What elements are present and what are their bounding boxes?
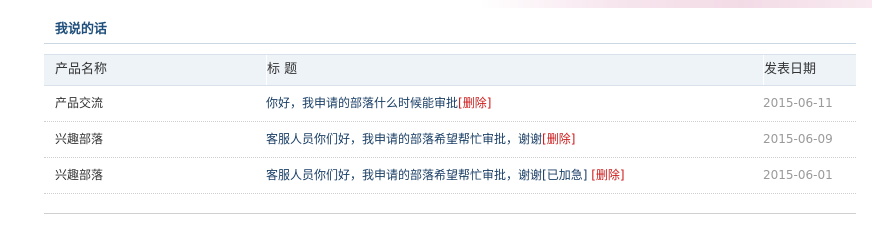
row-date: 2015-06-01 xyxy=(763,168,833,182)
bottom-divider xyxy=(44,213,856,214)
row-title-link[interactable]: 你好，我申请的部落什么时候能审批 xyxy=(266,96,458,110)
delete-link[interactable]: [删除] xyxy=(458,96,491,110)
row-product: 兴趣部落 xyxy=(55,168,104,182)
my-posts-panel: 我说的话 产品名称 标 题 发表日期 产品交流 你好，我申请的部落什么时候能审批… xyxy=(44,8,856,216)
row-date: 2015-06-11 xyxy=(763,96,833,110)
row-product: 产品交流 xyxy=(55,96,104,110)
header-date: 发表日期 xyxy=(763,55,854,85)
header-product: 产品名称 xyxy=(55,62,108,77)
table-header: 产品名称 标 题 发表日期 xyxy=(44,54,856,86)
row-title-cell: 客服人员你们好，我申请的部落希望帮忙审批，谢谢[已加急] [删除] xyxy=(266,158,625,193)
title-divider xyxy=(44,43,856,44)
row-title-cell: 你好，我申请的部落什么时候能审批[删除] xyxy=(266,86,491,121)
header-title: 标 题 xyxy=(266,55,747,85)
section-title: 我说的话 xyxy=(55,22,108,37)
table-row: 兴趣部落 客服人员你们好，我申请的部落希望帮忙审批，谢谢[已加急] [删除] 2… xyxy=(44,158,856,194)
table-row: 兴趣部落 客服人员你们好，我申请的部落希望帮忙审批，谢谢[删除] 2015-06… xyxy=(44,122,856,158)
delete-link[interactable]: [删除] xyxy=(542,132,575,146)
top-decoration xyxy=(0,0,872,8)
row-product: 兴趣部落 xyxy=(55,132,104,146)
row-title-cell: 客服人员你们好，我申请的部落希望帮忙审批，谢谢[删除] xyxy=(266,122,575,157)
table-row: 产品交流 你好，我申请的部落什么时候能审批[删除] 2015-06-11 xyxy=(44,86,856,122)
urgent-badge: [已加急] xyxy=(542,168,588,182)
row-date: 2015-06-09 xyxy=(763,132,833,146)
posts-table: 产品名称 标 题 发表日期 产品交流 你好，我申请的部落什么时候能审批[删除] … xyxy=(44,54,856,194)
row-title-link[interactable]: 客服人员你们好，我申请的部落希望帮忙审批，谢谢 xyxy=(266,168,542,182)
delete-link[interactable]: [删除] xyxy=(591,168,624,182)
row-title-link[interactable]: 客服人员你们好，我申请的部落希望帮忙审批，谢谢 xyxy=(266,132,542,146)
